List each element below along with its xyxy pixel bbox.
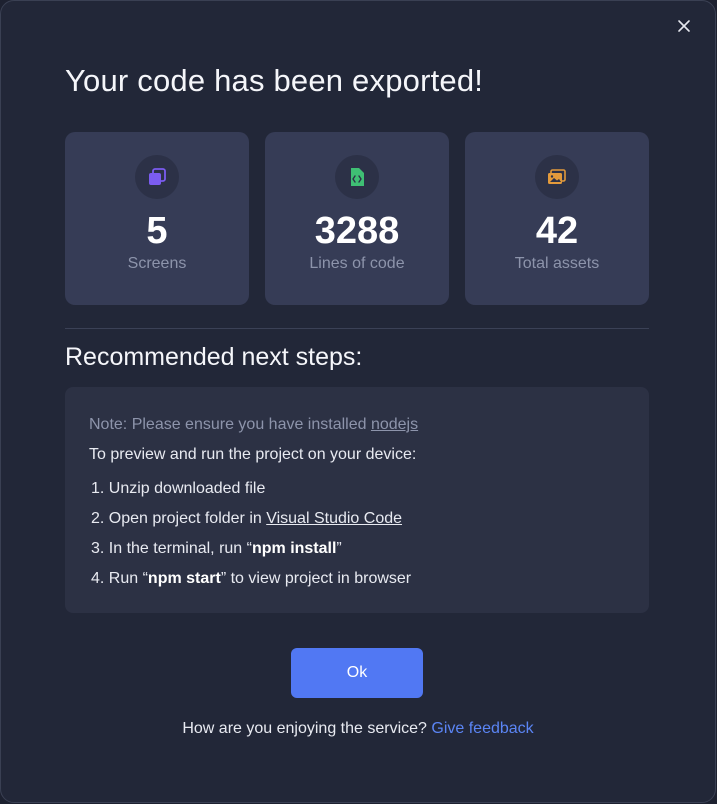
step-item: 3. In the terminal, run “npm install” bbox=[89, 539, 625, 559]
stat-value: 5 bbox=[146, 210, 168, 252]
stat-label: Total assets bbox=[514, 255, 600, 272]
stat-card-lines-of-code: 3288 Lines of code bbox=[265, 132, 449, 305]
stat-card-total-assets: 42 Total assets bbox=[465, 132, 649, 305]
step-text: In the terminal, run “ bbox=[108, 540, 252, 557]
stat-value: 42 bbox=[535, 210, 579, 252]
step-item: 4. Run “npm start” to view project in br… bbox=[89, 569, 625, 589]
step-number: 2. bbox=[91, 510, 105, 527]
step-number: 1. bbox=[91, 480, 105, 497]
step-text: Open project folder in bbox=[108, 510, 267, 527]
stat-value: 3288 bbox=[314, 210, 400, 252]
command-npm-start: npm start bbox=[147, 570, 221, 587]
step-text-end: ” bbox=[336, 540, 342, 557]
steps-intro: To preview and run the project on your d… bbox=[89, 446, 417, 463]
stats-row: 5 Screens 3288 Lines of code 42 Total as… bbox=[65, 132, 649, 305]
step-item: 2. Open project folder in Visual Studio … bbox=[89, 509, 625, 529]
feedback-question: How are you enjoying the service? bbox=[182, 720, 432, 737]
next-steps-panel: Note: Please ensure you have installed n… bbox=[65, 387, 649, 613]
step-number: 4. bbox=[91, 570, 105, 587]
vscode-link[interactable]: Visual Studio Code bbox=[266, 510, 402, 527]
images-icon bbox=[535, 155, 579, 199]
export-dialog: Your code has been exported! 5 Screens 3… bbox=[0, 0, 716, 803]
step-text: Unzip downloaded file bbox=[108, 480, 266, 497]
feedback-prompt: How are you enjoying the service? Give f… bbox=[1, 719, 715, 739]
command-npm-install: npm install bbox=[251, 540, 337, 557]
dialog-title: Your code has been exported! bbox=[65, 63, 484, 98]
give-feedback-link[interactable]: Give feedback bbox=[431, 720, 533, 737]
next-steps-heading: Recommended next steps: bbox=[65, 343, 363, 371]
nodejs-link[interactable]: nodejs bbox=[371, 416, 418, 433]
close-icon[interactable] bbox=[675, 17, 693, 35]
ok-button[interactable]: Ok bbox=[291, 648, 423, 698]
divider bbox=[65, 328, 649, 329]
step-text-end: ” to view project in browser bbox=[220, 570, 412, 587]
stat-label: Screens bbox=[127, 255, 187, 272]
stat-card-screens: 5 Screens bbox=[65, 132, 249, 305]
stat-label: Lines of code bbox=[309, 255, 405, 272]
layers-icon bbox=[135, 155, 179, 199]
step-item: 1. Unzip downloaded file bbox=[89, 479, 625, 499]
code-file-icon bbox=[335, 155, 379, 199]
install-note: Note: Please ensure you have installed n… bbox=[89, 415, 625, 435]
step-text: Run “ bbox=[108, 570, 148, 587]
steps-list: 1. Unzip downloaded file 2. Open project… bbox=[89, 479, 625, 589]
note-text: Note: Please ensure you have installed bbox=[89, 416, 371, 433]
step-number: 3. bbox=[91, 540, 105, 557]
